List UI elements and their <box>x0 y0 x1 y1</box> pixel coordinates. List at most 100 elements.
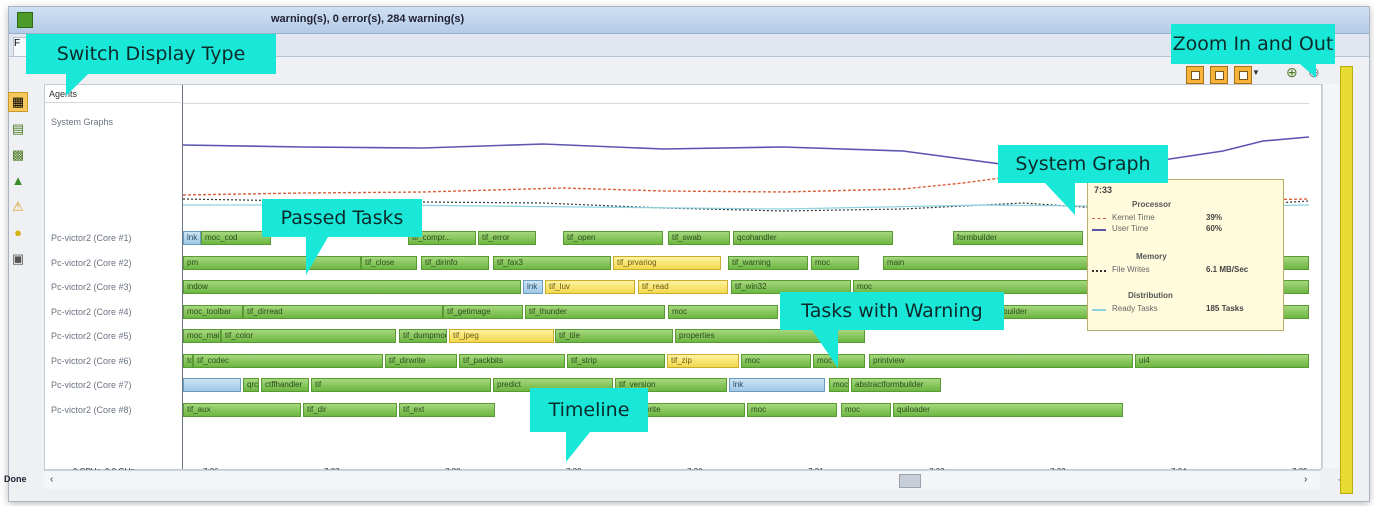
graph-tooltip: 7:33 Processor Kernel Time 39% User Time… <box>1087 179 1284 331</box>
task-bar[interactable]: ctffhandler <box>261 378 309 392</box>
agent-row-label: Pc-victor2 (Core #7) <box>51 380 132 390</box>
task-bar[interactable]: tif_ext <box>399 402 495 417</box>
task-bar[interactable]: tif_close <box>361 255 417 270</box>
task-bar[interactable]: tif_packbits <box>459 353 565 368</box>
task-bar[interactable]: lnk <box>183 231 201 245</box>
task-bar[interactable]: tif_error <box>478 231 536 245</box>
task-bar[interactable]: moc_toolbar <box>183 304 243 319</box>
zoom-in-icon[interactable]: ⊕ <box>1286 64 1298 81</box>
tooltip-time: 7:33 <box>1094 185 1113 195</box>
callout-zoom-tail <box>1300 64 1316 78</box>
task-bar[interactable]: moc <box>668 304 778 319</box>
save-icon[interactable]: ▣ <box>9 250 27 268</box>
agent-row-label: Pc-victor2 (Core #6) <box>51 355 132 366</box>
view-button-1[interactable] <box>1186 66 1204 84</box>
agent-row-label: Pc-victor2 (Core #2) <box>51 257 132 268</box>
horizontal-scrollbar[interactable]: ‹ › <box>44 470 1320 489</box>
task-bar[interactable]: tif_color <box>221 329 396 343</box>
tooltip-kernel-value: 39% <box>1206 213 1223 222</box>
tooltip-ready-value: 185 Tasks <box>1206 304 1244 313</box>
task-bar[interactable]: moc <box>741 353 811 368</box>
task-bar[interactable]: tif_dumpmode <box>399 329 447 343</box>
vertical-scrollbar[interactable] <box>1322 84 1339 468</box>
task-bar[interactable]: tif_dirwrite <box>385 353 457 368</box>
warning-task-bar[interactable]: tif_jpeg <box>449 329 554 343</box>
warning-task-bar[interactable]: tif_zip <box>667 353 739 368</box>
task-bar[interactable]: tif_dirinfo <box>421 255 489 270</box>
task-bar[interactable]: tif_dir <box>303 402 397 417</box>
warning-icon[interactable]: ⚠ <box>9 198 27 216</box>
scroll-left-icon[interactable]: ‹ <box>50 474 53 485</box>
task-bar[interactable]: lnk <box>523 280 543 294</box>
task-bar[interactable]: ui4 <box>1135 353 1309 368</box>
task-bar[interactable]: toolbar <box>183 353 193 368</box>
view-button-3[interactable] <box>1234 66 1252 84</box>
task-bar[interactable]: tif_aux <box>183 402 301 417</box>
callout-timeline-tail <box>566 432 590 462</box>
task-bar[interactable]: lnk <box>729 378 825 392</box>
scroll-right-icon[interactable]: › <box>1304 474 1307 485</box>
task-bar[interactable]: moc <box>811 255 859 270</box>
agent-row-label: Pc-victor2 (Core #5) <box>51 331 132 341</box>
callout-passed-tasks-tail <box>306 237 328 275</box>
agent-row-label: Pc-victor2 (Core #8) <box>51 404 132 415</box>
kernel-swatch-icon <box>1092 218 1106 219</box>
display-type-icon[interactable]: ▦ <box>8 92 28 112</box>
task-bar[interactable]: tif_thunder <box>525 304 665 319</box>
title-bar: warning(s), 0 error(s), 284 warning(s) <box>9 7 1369 34</box>
task-bar[interactable]: tif_fax3 <box>493 255 611 270</box>
task-bar[interactable]: moc <box>829 378 849 392</box>
task-bar[interactable]: tif_warning <box>728 255 808 270</box>
callout-zoom: Zoom In and Out <box>1171 24 1335 64</box>
task-bar[interactable]: moc_cod <box>201 231 271 245</box>
tooltip-memory: Memory <box>1136 252 1167 261</box>
timeline-header <box>182 85 1309 104</box>
task-bar[interactable]: moc_mainwindow <box>183 329 221 343</box>
tasks-icon[interactable]: ▩ <box>9 146 27 164</box>
task-bar[interactable]: moc <box>747 402 837 417</box>
tooltip-user-label: User Time <box>1112 224 1149 233</box>
dropdown-arrow-icon[interactable]: ▼ <box>1252 68 1260 77</box>
task-bar[interactable]: tif_codec <box>193 353 383 368</box>
tooltip-file-writes-value: 6.1 MB/Sec <box>1206 265 1249 274</box>
view-button-2[interactable] <box>1210 66 1228 84</box>
task-bar[interactable]: tif <box>311 378 491 392</box>
callout-tasks-warning-tail <box>812 330 838 368</box>
task-bar[interactable]: tif_getimage <box>443 304 523 319</box>
task-bar[interactable]: tif_dirread <box>243 304 443 319</box>
tooltip-ready-label: Ready Tasks <box>1112 304 1158 313</box>
task-bar[interactable]: abstractformbuilder <box>851 378 941 392</box>
agent-row-label: Pc-victor2 (Core #1) <box>51 233 132 243</box>
warning-task-bar[interactable]: tif_prvariog <box>613 255 721 270</box>
task-bar[interactable]: pm <box>183 255 361 270</box>
up-icon[interactable]: ▲ <box>9 172 27 190</box>
task-bar[interactable]: printview <box>869 353 1133 368</box>
ready-swatch-icon <box>1092 309 1106 311</box>
warning-task-bar[interactable]: tif_luv <box>545 280 635 294</box>
task-bar[interactable]: quiloader <box>893 402 1123 417</box>
task-bar[interactable]: tif_strip <box>567 353 665 368</box>
task-bar[interactable]: qrc <box>243 378 259 392</box>
task-bar[interactable] <box>183 378 241 392</box>
lightbulb-icon[interactable]: ● <box>9 224 27 242</box>
task-bar[interactable]: tif_tile <box>555 329 673 343</box>
scroll-thumb[interactable] <box>899 474 921 488</box>
task-bar[interactable]: tif_swab <box>668 231 730 245</box>
sidebar: ▦ ▤ ▩ ▲ ⚠ ● ▣ <box>0 84 44 474</box>
task-bar[interactable]: indow <box>183 280 521 294</box>
user-swatch-icon <box>1092 229 1106 231</box>
callout-passed-tasks: Passed Tasks <box>262 199 422 237</box>
callout-tasks-warning: Tasks with Warning <box>780 292 1004 330</box>
task-bar[interactable]: formbuilder <box>953 231 1083 245</box>
progress-bar <box>1340 66 1353 494</box>
tooltip-distribution: Distribution <box>1128 291 1173 300</box>
app-icon <box>17 12 33 28</box>
callout-timeline: Timeline <box>530 388 648 432</box>
list-icon[interactable]: ▤ <box>9 120 27 138</box>
warning-task-bar[interactable]: tif_read <box>638 280 728 294</box>
task-bar[interactable]: qcohandler <box>733 231 893 245</box>
callout-system-graph: System Graph <box>998 145 1168 183</box>
status-text: Done <box>4 474 27 484</box>
task-bar[interactable]: tif_open <box>563 231 663 245</box>
task-bar[interactable]: moc <box>841 402 891 417</box>
